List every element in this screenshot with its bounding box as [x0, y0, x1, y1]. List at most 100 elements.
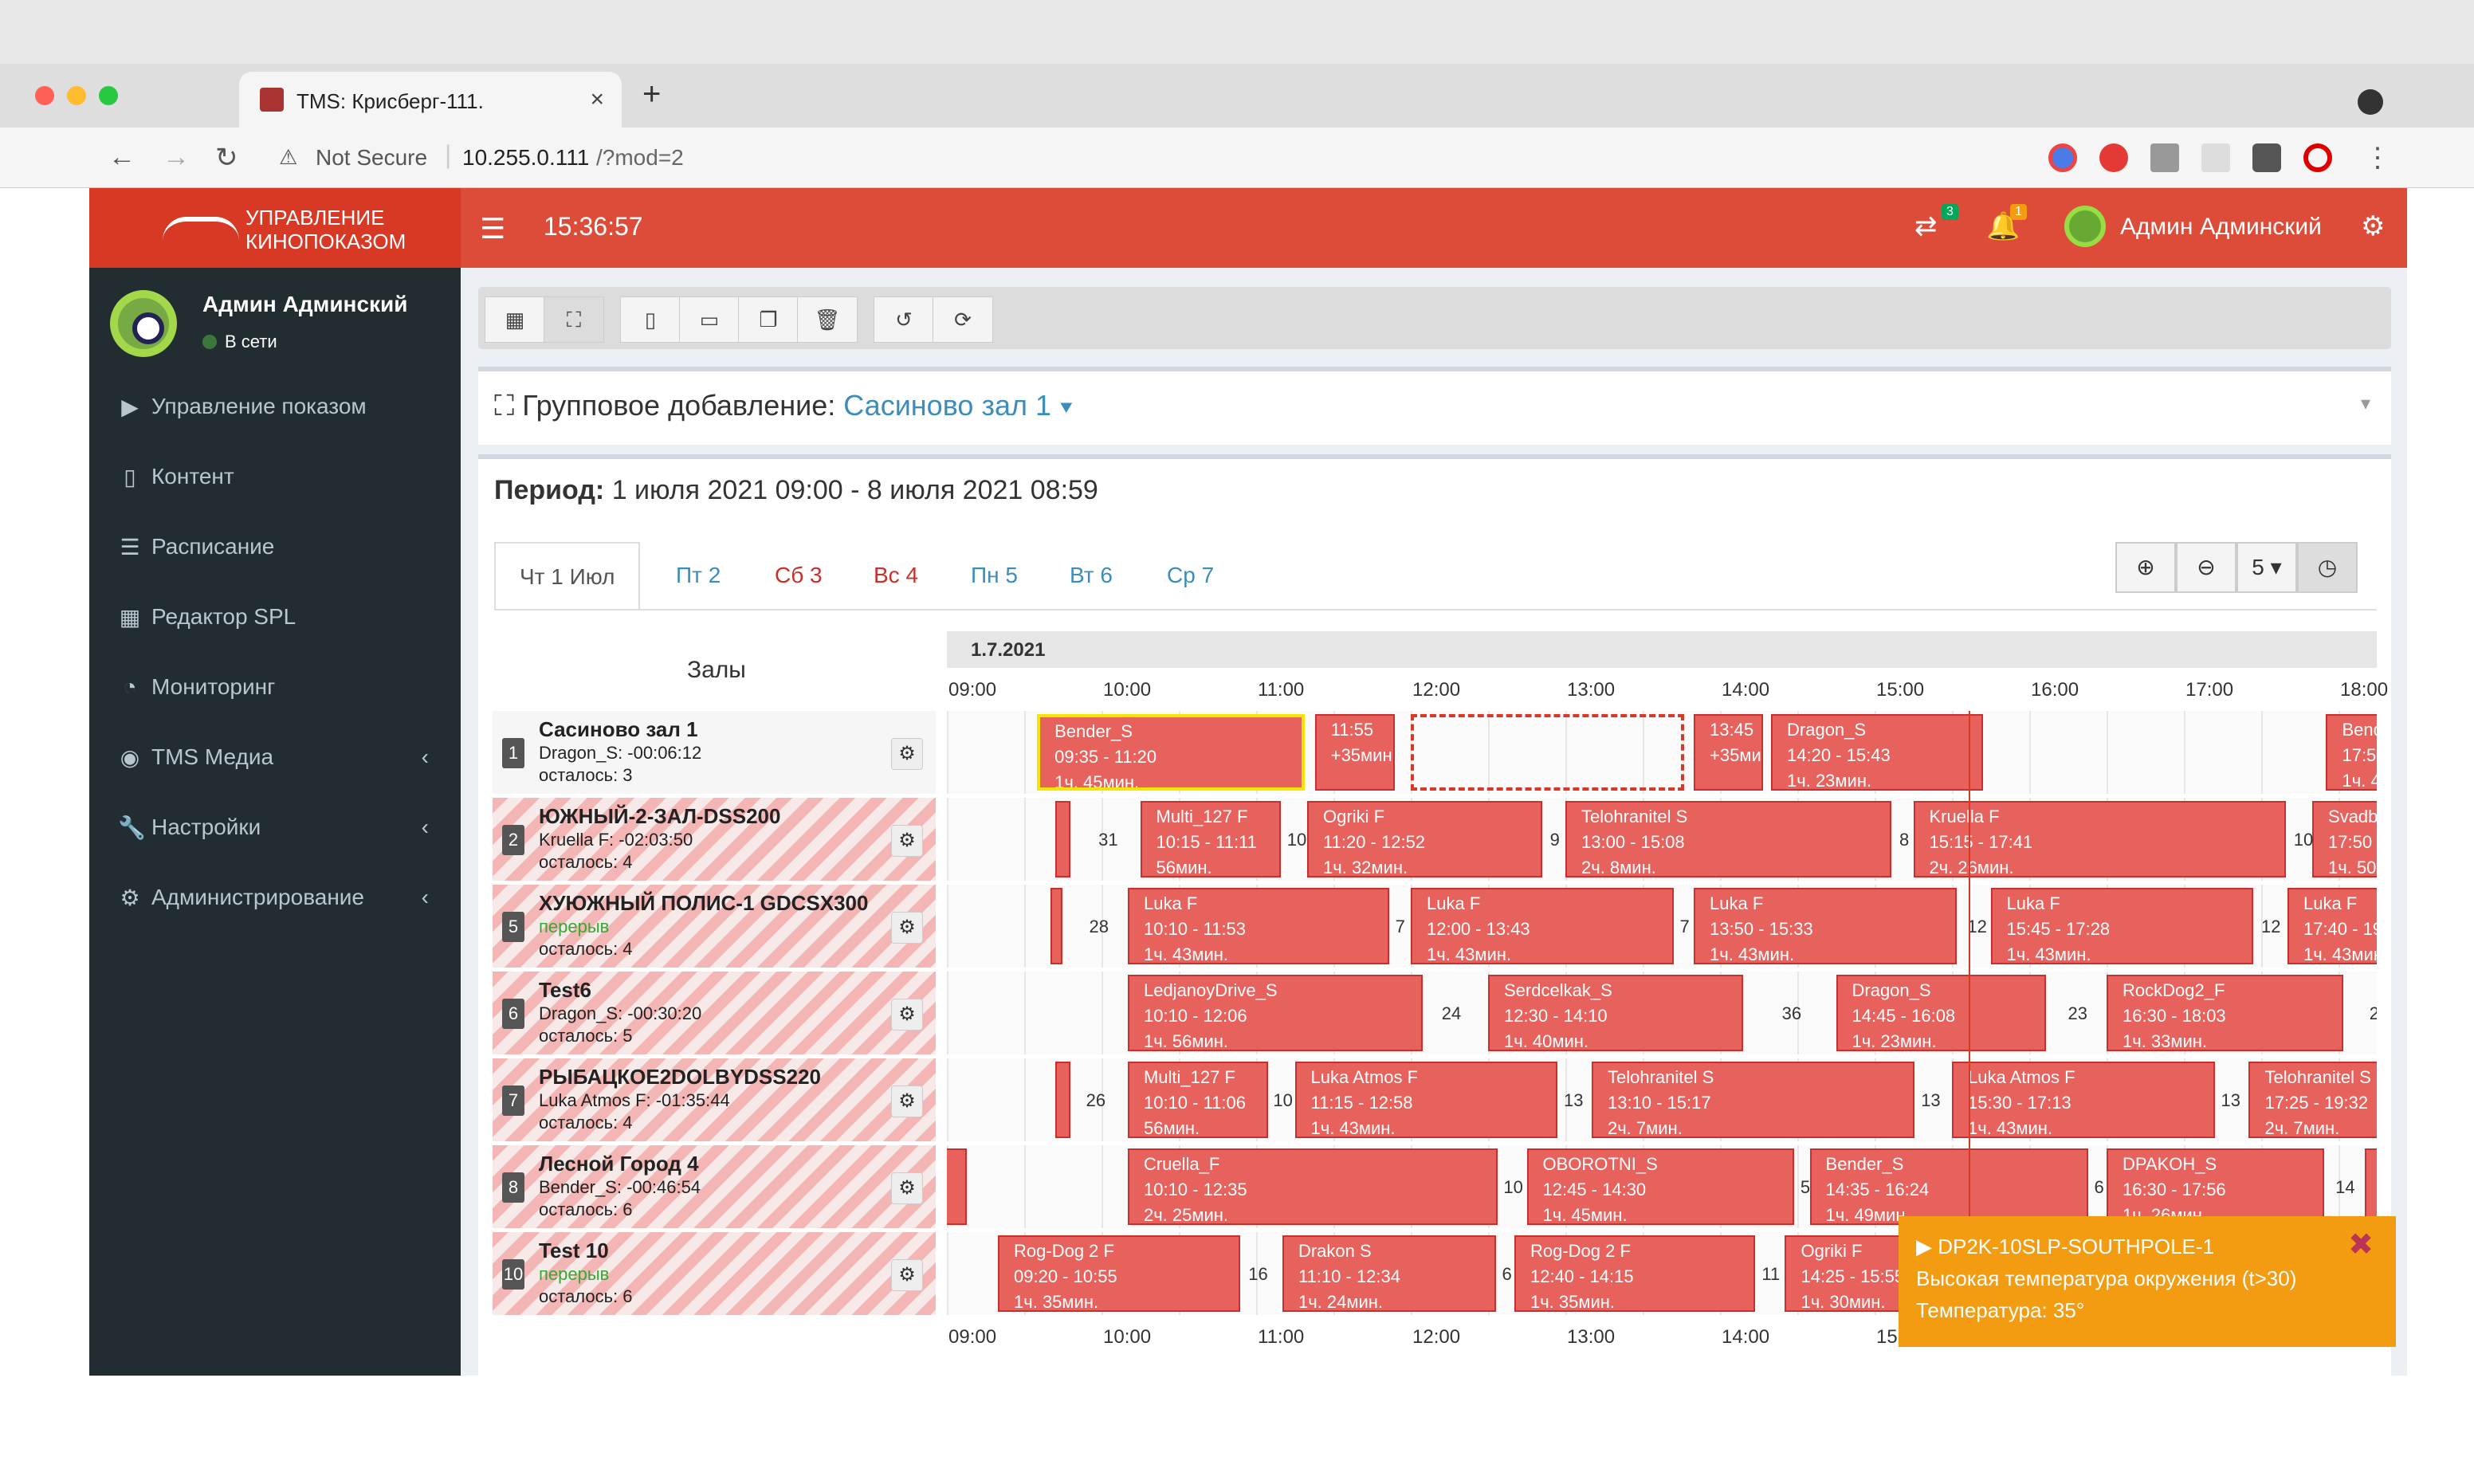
- hall-row[interactable]: 5 ХУЮЖНЫЙ ПОЛИС-1 GDCSX300 перерыв осталось…: [493, 885, 936, 968]
- session-block[interactable]: LedjanoyDrive_S 10:10 - 12:06 1ч. 56мин.: [1127, 975, 1424, 1051]
- session-block[interactable]: Dragon_S 14:45 - 16:08 1ч. 23мин.: [1836, 975, 2047, 1051]
- reload-icon[interactable]: ↻: [215, 142, 238, 174]
- session-block[interactable]: Ogriki F 11:20 - 12:52 1ч. 32мин.: [1307, 801, 1542, 877]
- session-block[interactable]: Bender_S 14:35 - 16:24 1ч. 49мин.: [1809, 1148, 2088, 1225]
- calendar-button[interactable]: ▦: [485, 296, 545, 343]
- tab-day-4[interactable]: Вс 4: [850, 542, 942, 609]
- session-block[interactable]: Luka Atmos F 11:15 - 12:58 1ч. 43мин.: [1294, 1062, 1558, 1138]
- hall-lane[interactable]: Multi_127 F 10:10 - 11:06 56мин. Luka Atmos…: [947, 1058, 2377, 1141]
- new-file-button[interactable]: ▯: [620, 296, 681, 343]
- group-add-button[interactable]: ⛶: [544, 296, 604, 343]
- session-block[interactable]: Rog-Dog 2 F 12:40 - 14:15 1ч. 35мин.: [1514, 1235, 1756, 1312]
- sidebar-item-settings[interactable]: 🔧 Настройки ‹: [89, 792, 461, 862]
- transfers-icon[interactable]: ⇄: [1914, 210, 1938, 242]
- session-block[interactable]: Serdcelkak_S 12:30 - 14:10 1ч. 40мин.: [1488, 975, 1743, 1051]
- extensions-puzzle-icon[interactable]: [2252, 143, 2281, 172]
- session-block[interactable]: Rog-Dog 2 F 09:20 - 10:55 1ч. 35мин.: [998, 1235, 1241, 1312]
- tab-day-1[interactable]: Чт 1 Июл: [494, 542, 641, 609]
- sidebar-item-show-control[interactable]: ▶ Управление показом: [89, 371, 461, 442]
- hall-settings-gear-icon[interactable]: ⚙: [891, 999, 923, 1031]
- toast-close-icon[interactable]: ✖: [2348, 1229, 2374, 1261]
- hall-row[interactable]: 2 ЮЖНЫЙ-2-ЗАЛ-DSS200 Kruella F: -02:03:50 о…: [493, 798, 936, 881]
- sidebar-item-monitoring[interactable]: ◔ Мониторинг: [89, 652, 461, 722]
- extension-chrome-icon[interactable]: [2048, 143, 2077, 172]
- sidebar-item-schedule[interactable]: ☰ Расписание: [89, 512, 461, 582]
- tab-day-3[interactable]: Сб 3: [751, 542, 846, 609]
- sidebar-item-tms-media[interactable]: ◉ TMS Медиа ‹: [89, 722, 461, 792]
- extension-bug-icon[interactable]: [2150, 143, 2179, 172]
- session-block[interactable]: 13:45 +35мин.: [1694, 714, 1764, 791]
- session-block[interactable]: Bender_S 09:35 - 11:20 1ч. 45мин.: [1037, 714, 1305, 791]
- close-window-button[interactable]: [35, 86, 54, 105]
- tab-day-7[interactable]: Ср 7: [1143, 542, 1238, 609]
- hall-settings-gear-icon[interactable]: ⚙: [891, 825, 923, 857]
- session-block[interactable]: Telohranitel S 13:10 - 15:17 2ч. 7мин.: [1591, 1062, 1915, 1138]
- selection-placeholder[interactable]: [1411, 714, 1685, 791]
- session-block[interactable]: 11:55 +35мин.: [1314, 714, 1396, 791]
- header-user-name[interactable]: Админ Админский: [2120, 214, 2322, 241]
- open-folder-button[interactable]: ▭: [679, 296, 740, 343]
- extension-opera-icon[interactable]: [2303, 143, 2332, 172]
- hall-settings-gear-icon[interactable]: ⚙: [891, 912, 923, 944]
- tab-day-2[interactable]: Пт 2: [652, 542, 744, 609]
- hall-lane[interactable]: LedjanoyDrive_S 10:10 - 12:06 1ч. 56мин. Se…: [947, 972, 2377, 1054]
- session-block[interactable]: Svadba 17:50 - 1ч. 50: [2312, 801, 2377, 877]
- maximize-window-button[interactable]: [99, 86, 118, 105]
- hall-settings-gear-icon[interactable]: ⚙: [891, 1172, 923, 1204]
- omnibox[interactable]: ⚠ Not Secure | 10.255.0.111 /?mod=2: [263, 137, 2017, 179]
- hall-settings-gear-icon[interactable]: ⚙: [891, 1086, 923, 1117]
- tab-day-6[interactable]: Вт 6: [1046, 542, 1137, 609]
- history-button[interactable]: ↺: [874, 296, 934, 343]
- hall-selector[interactable]: Сасиново зал 1 ▾: [843, 389, 1073, 422]
- session-block[interactable]: Multi_127 F 10:10 - 11:06 56мин.: [1127, 1062, 1269, 1138]
- delete-button[interactable]: 🗑: [797, 296, 858, 343]
- back-icon[interactable]: ←: [108, 142, 135, 173]
- clock-button[interactable]: ◷: [2297, 542, 2358, 593]
- session-block[interactable]: Drakon S 11:10 - 12:34 1ч. 24мин.: [1282, 1235, 1496, 1312]
- minimize-window-button[interactable]: [67, 86, 86, 105]
- browser-profile-icon[interactable]: [2358, 89, 2383, 115]
- session-block[interactable]: Luka F 12:00 - 13:43 1ч. 43мин.: [1411, 888, 1674, 964]
- zoom-out-button[interactable]: ⊖: [2176, 542, 2236, 593]
- session-block[interactable]: Bender_S 17:55 - 1ч. 45мин.: [2326, 714, 2377, 791]
- session-block[interactable]: DPAKOH_S 16:30 - 17:56 1ч. 26мин.: [2107, 1148, 2325, 1225]
- session-block[interactable]: Cruella_F 10:10 - 12:35 2ч. 25мин.: [1127, 1148, 1498, 1225]
- session-block[interactable]: Luka F 13:50 - 15:33 1ч. 43мин.: [1694, 888, 1957, 964]
- hall-row[interactable]: 7 РЫБАЦКОЕ2DOLBYDSS220 Luka Atmos F: -01:3…: [493, 1058, 936, 1141]
- browser-menu-icon[interactable]: ⋮: [2364, 142, 2391, 174]
- new-tab-button[interactable]: +: [642, 77, 661, 112]
- refresh-button[interactable]: ⟳: [933, 296, 993, 343]
- hall-row[interactable]: 6 Test6 Dragon_S: -00:30:20 осталось: 5 ⚙: [493, 972, 936, 1054]
- tab-close-icon[interactable]: ×: [590, 86, 604, 113]
- collapse-chevron-icon[interactable]: ▾: [2361, 392, 2370, 415]
- forward-icon[interactable]: →: [163, 142, 190, 173]
- browser-tab[interactable]: TMS: Крисберг-111. ×: [239, 72, 622, 129]
- hall-row[interactable]: 1 Сасиново зал 1 Dragon_S: -00:06:12 остало…: [493, 711, 936, 794]
- extension-grid-icon[interactable]: [2201, 143, 2230, 172]
- hall-lane[interactable]: Luka F 10:10 - 11:53 1ч. 43мин. Luka F 12:00…: [947, 885, 2377, 968]
- zoom-level-select[interactable]: 5 ▾: [2236, 542, 2297, 593]
- copy-button[interactable]: ❐: [738, 296, 799, 343]
- hall-lane[interactable]: Multi_127 F 10:15 - 11:11 56мин. Ogriki F 11…: [947, 798, 2377, 881]
- session-block[interactable]: Luka F 15:45 - 17:28 1ч. 43мин.: [1990, 888, 2254, 964]
- settings-cogs-icon[interactable]: ⚙: [2361, 210, 2385, 242]
- hall-settings-gear-icon[interactable]: ⚙: [891, 738, 923, 770]
- logo[interactable]: УПРАВЛЕНИЕ КИНОПОКАЗОМ: [89, 188, 461, 268]
- sidebar-item-administration[interactable]: ⚙ Администрирование ‹: [89, 862, 461, 932]
- session-block[interactable]: [947, 1148, 968, 1225]
- session-block[interactable]: Dragon_S 14:20 - 15:43 1ч. 23мин.: [1771, 714, 1983, 791]
- session-block[interactable]: Luka Atmos F 15:30 - 17:13 1ч. 43мин.: [1952, 1062, 2215, 1138]
- hall-settings-gear-icon[interactable]: ⚙: [891, 1259, 923, 1291]
- extension-adblock-icon[interactable]: [2099, 143, 2128, 172]
- session-block[interactable]: [1050, 888, 1063, 964]
- hall-row[interactable]: 10 Test 10 перерыв осталось: 6 ⚙: [493, 1232, 936, 1315]
- session-block[interactable]: RockDog2_F 16:30 - 18:03 1ч. 33мин.: [2107, 975, 2343, 1051]
- session-block[interactable]: Multi_127 F 10:15 - 11:11 56мин.: [1140, 801, 1281, 877]
- sidebar-item-spl-editor[interactable]: ▦ Редактор SPL: [89, 582, 461, 652]
- sidebar-item-content[interactable]: ▯ Контент: [89, 442, 461, 512]
- zoom-in-button[interactable]: ⊕: [2115, 542, 2176, 593]
- session-block[interactable]: Luka F 10:10 - 11:53 1ч. 43мин.: [1127, 888, 1389, 964]
- session-block[interactable]: [1054, 1062, 1071, 1138]
- session-block[interactable]: Luka F 17:40 - 19:23 1ч. 43мин.: [2287, 888, 2377, 964]
- session-block[interactable]: Telohranitel S 13:00 - 15:08 2ч. 8мин.: [1565, 801, 1892, 877]
